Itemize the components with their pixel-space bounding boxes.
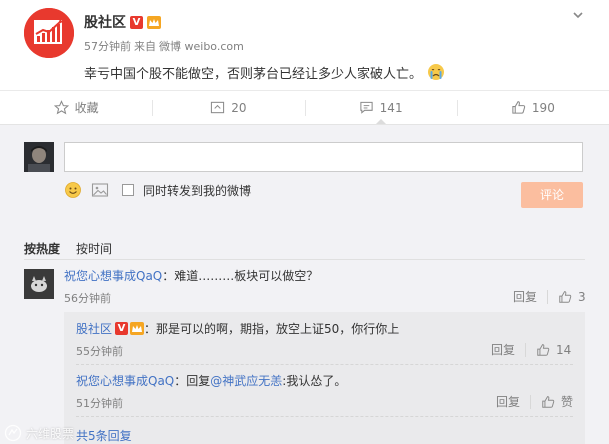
comment-reply-button[interactable]: 回复 <box>513 288 537 305</box>
reply-like-label: 赞 <box>561 395 574 409</box>
chevron-down-icon[interactable] <box>571 8 585 22</box>
post-action-bar: 收藏 20 141 190 <box>0 90 609 125</box>
source-prefix: 来自 <box>134 40 156 53</box>
comment-time: 56分钟前 <box>64 292 111 305</box>
repost-checkbox-label[interactable]: 同时转发到我的微博 <box>143 182 251 199</box>
crying-face-icon <box>428 64 445 80</box>
comment-sort-tabs: 按热度 按时间 <box>24 240 112 257</box>
reply-item: 祝您心想事成QaQ ： 回复 @神武应无恙 :我认怂了。 <box>76 372 346 389</box>
source-link[interactable]: 微博 weibo.com <box>159 38 244 54</box>
my-avatar[interactable] <box>24 142 54 172</box>
more-replies-link[interactable]: 共5条回复 <box>76 427 132 444</box>
reply-text: :我认怂了。 <box>282 374 347 388</box>
reply-user-link[interactable]: 股社区 <box>76 320 112 337</box>
post-text: 幸亏中国个股不能做空，否则茅台已经让多少人家破人亡。 <box>84 66 423 82</box>
reply-thread: 股社区 V ： 那是可以的啊，期指，放空上证50，你行你上 55分钟前 回复 1… <box>64 312 585 444</box>
comment-button[interactable]: 141 <box>304 91 457 125</box>
thumbs-up-icon[interactable] <box>536 343 550 357</box>
member-crown-icon <box>130 322 145 335</box>
sort-divider <box>24 259 585 260</box>
tab-sort-by-heat[interactable]: 按热度 <box>24 240 60 257</box>
thumbs-up-icon[interactable] <box>558 290 572 304</box>
watermark-text: 六维股票 <box>26 426 75 441</box>
reply-divider <box>76 364 573 365</box>
favorite-button[interactable]: 收藏 <box>0 91 152 124</box>
watermark-logo-icon <box>4 424 22 442</box>
mention-link[interactable]: @神武应无恙 <box>210 372 282 389</box>
reply-separator: ： <box>144 322 157 336</box>
reply-divider <box>76 416 573 417</box>
reply-prefix: 回复 <box>186 374 211 388</box>
like-button[interactable]: 190 <box>456 91 609 124</box>
reply-actions: 回复 14 <box>491 341 571 358</box>
reply-separator: ： <box>174 374 187 388</box>
repost-button[interactable]: 20 <box>152 91 304 124</box>
post-time[interactable]: 57分钟前 <box>84 38 131 54</box>
thumbs-up-icon <box>512 101 526 114</box>
author-avatar[interactable] <box>24 8 74 58</box>
post-meta: 57分钟前 来自 微博 weibo.com <box>84 38 244 54</box>
author-row: 股社区 V <box>84 12 161 32</box>
reply-reply-button[interactable]: 回复 <box>496 393 520 410</box>
action-separator <box>547 289 549 304</box>
comment-input[interactable] <box>64 142 583 172</box>
repost-icon <box>211 101 225 114</box>
star-icon <box>53 100 69 115</box>
favorite-label: 收藏 <box>74 101 99 115</box>
comment-separator: ： <box>162 269 175 283</box>
action-separator <box>525 342 527 357</box>
comment-text: 难道………板块可以做空？ <box>174 269 319 283</box>
like-count: 190 <box>531 100 555 115</box>
post-body: 幸亏中国个股不能做空，否则茅台已经让多少人家破人亡。 <box>84 62 446 82</box>
comment-panel: 同时转发到我的微博 评论 按热度 按时间 祝您心想事成QaQ ： 难道………板块… <box>0 124 609 444</box>
reply-actions: 回复 赞 <box>496 393 573 410</box>
reply-time: 51分钟前 <box>76 397 123 410</box>
comment-icon <box>360 101 373 114</box>
commenter-avatar[interactable] <box>24 269 54 299</box>
repost-checkbox[interactable] <box>122 184 134 196</box>
reply-like-count: 14 <box>556 342 572 357</box>
reply-user-link[interactable]: 祝您心想事成QaQ <box>76 372 174 389</box>
comment-user-link[interactable]: 祝您心想事成QaQ <box>64 267 162 284</box>
member-crown-icon[interactable] <box>147 15 161 29</box>
reply-item: 股社区 V ： 那是可以的啊，期指，放空上证50，你行你上 <box>76 320 399 337</box>
thumbs-up-icon[interactable] <box>541 395 555 409</box>
emoji-icon[interactable] <box>64 181 82 199</box>
comment-actions: 回复 3 <box>513 288 586 305</box>
verified-badge[interactable]: V <box>130 15 143 29</box>
reply-text: 那是可以的啊，期指，放空上证50，你行你上 <box>156 322 400 336</box>
submit-comment-button[interactable]: 评论 <box>521 182 583 208</box>
watermark: 六维股票 <box>4 424 74 442</box>
author-name[interactable]: 股社区 <box>84 12 126 32</box>
repost-count: 20 <box>231 100 247 115</box>
verified-badge: V <box>115 322 129 335</box>
composer-tools: 同时转发到我的微博 <box>64 181 251 199</box>
comment-count: 141 <box>379 100 403 115</box>
tab-sort-by-time[interactable]: 按时间 <box>76 240 112 257</box>
comment-like-count: 3 <box>578 289 586 304</box>
image-icon[interactable] <box>91 181 109 199</box>
action-separator <box>530 394 532 409</box>
comment-item: 祝您心想事成QaQ ： 难道………板块可以做空？ <box>64 267 318 284</box>
reply-reply-button[interactable]: 回复 <box>491 341 515 358</box>
reply-time: 55分钟前 <box>76 345 123 358</box>
